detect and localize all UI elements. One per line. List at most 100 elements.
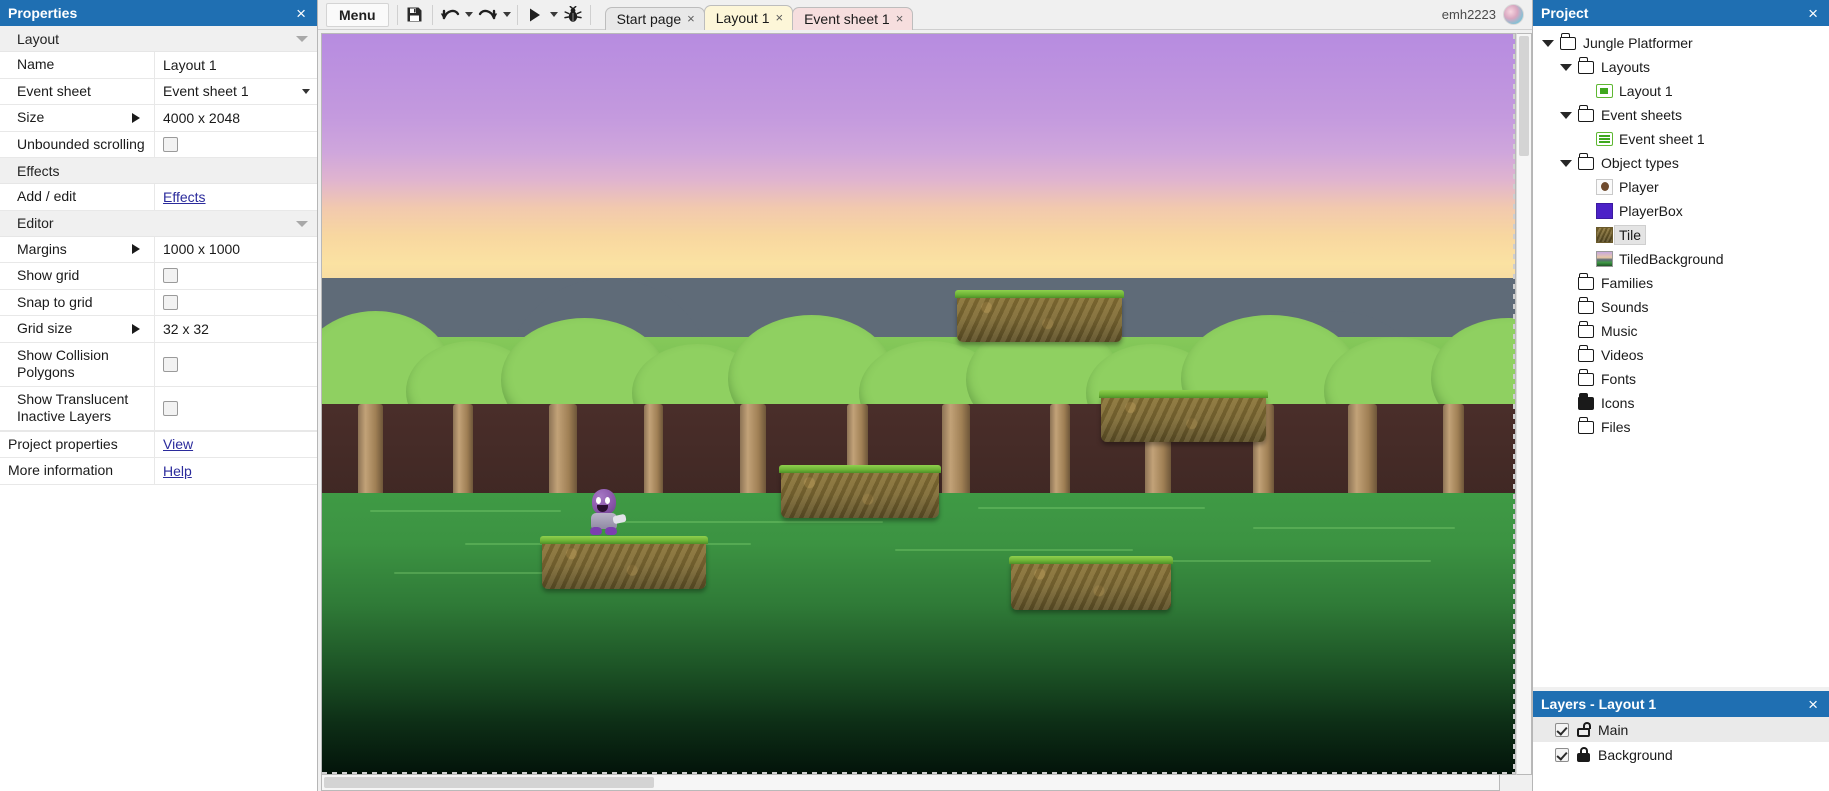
property-row-project-properties[interactable]: Project properties View <box>0 430 317 458</box>
tree-item-object-types[interactable]: Object types <box>1533 151 1829 175</box>
view-link[interactable]: View <box>163 436 193 452</box>
scrollbar-thumb[interactable] <box>324 777 654 788</box>
menu-button[interactable]: Menu <box>326 2 389 27</box>
property-row-show-grid[interactable]: Show grid <box>0 263 317 290</box>
property-value-name[interactable]: Layout 1 <box>155 52 317 78</box>
properties-section-editor[interactable]: Editor <box>0 210 317 237</box>
tree-item-files[interactable]: Files <box>1533 415 1829 439</box>
undo-icon[interactable] <box>437 3 463 27</box>
tile-instance[interactable] <box>1009 556 1173 610</box>
chevron-down-icon[interactable] <box>1557 111 1575 119</box>
checkbox-show-collision-polygons[interactable] <box>163 356 178 372</box>
layer-visibility-checkbox[interactable] <box>1555 747 1569 762</box>
close-icon[interactable]: × <box>896 11 904 26</box>
play-dropdown-icon[interactable] <box>548 3 560 27</box>
layer-row-background[interactable]: Background <box>1533 742 1829 767</box>
checkbox-unbounded-scrolling[interactable] <box>163 136 178 152</box>
tree-item-sounds[interactable]: Sounds <box>1533 295 1829 319</box>
scrollbar-thumb[interactable] <box>1519 36 1529 156</box>
save-icon[interactable] <box>402 3 428 27</box>
tree-item-layouts[interactable]: Layouts <box>1533 55 1829 79</box>
lock-closed-icon[interactable] <box>1577 747 1590 762</box>
property-value-show-translucent-inactive-layers[interactable] <box>155 387 317 430</box>
chevron-down-icon[interactable] <box>302 89 310 95</box>
property-row-show-translucent-inactive-layers[interactable]: Show Translucent Inactive Layers <box>0 386 317 431</box>
close-icon[interactable]: × <box>1805 5 1821 22</box>
play-icon[interactable] <box>522 3 548 27</box>
tree-item-icons[interactable]: Icons <box>1533 391 1829 415</box>
tree-item-families[interactable]: Families <box>1533 271 1829 295</box>
close-icon[interactable]: × <box>687 11 695 26</box>
close-icon[interactable]: × <box>775 10 783 25</box>
expand-right-icon[interactable] <box>132 323 140 334</box>
tree-item-music[interactable]: Music <box>1533 319 1829 343</box>
expand-right-icon[interactable] <box>132 244 140 255</box>
expand-right-icon[interactable] <box>132 112 140 123</box>
undo-dropdown-icon[interactable] <box>463 3 475 27</box>
lock-open-icon[interactable] <box>1577 722 1591 737</box>
player-instance[interactable] <box>589 489 627 535</box>
tile-instance[interactable] <box>779 465 941 518</box>
property-value-size[interactable]: 4000 x 2048 <box>155 105 317 131</box>
layer-visibility-checkbox[interactable] <box>1555 722 1569 737</box>
help-link[interactable]: Help <box>163 463 192 479</box>
tile-instance[interactable] <box>1099 390 1268 442</box>
property-row-event-sheet[interactable]: Event sheet Event sheet 1 <box>0 78 317 105</box>
canvas-horizontal-scrollbar[interactable] <box>321 775 1500 791</box>
property-value-project-properties[interactable]: View <box>155 432 317 458</box>
redo-icon[interactable] <box>475 3 501 27</box>
avatar[interactable] <box>1503 4 1524 25</box>
properties-section-effects[interactable]: Effects <box>0 158 317 184</box>
tile-instance[interactable] <box>955 290 1124 342</box>
chevron-down-icon[interactable] <box>296 220 308 227</box>
effects-link[interactable]: Effects <box>163 189 206 205</box>
property-row-add-edit-effects[interactable]: Add / edit Effects <box>0 184 317 211</box>
property-row-size[interactable]: Size 4000 x 2048 <box>0 105 317 132</box>
chevron-down-icon[interactable] <box>1557 159 1575 167</box>
property-row-margins[interactable]: Margins 1000 x 1000 <box>0 236 317 263</box>
property-value-unbounded-scrolling[interactable] <box>155 132 317 158</box>
property-row-snap-to-grid[interactable]: Snap to grid <box>0 289 317 316</box>
property-row-show-collision-polygons[interactable]: Show Collision Polygons <box>0 342 317 387</box>
property-row-name[interactable]: Name Layout 1 <box>0 52 317 79</box>
tree-item-videos[interactable]: Videos <box>1533 343 1829 367</box>
checkbox-show-translucent-inactive-layers[interactable] <box>163 400 178 416</box>
property-row-grid-size[interactable]: Grid size 32 x 32 <box>0 316 317 343</box>
property-row-more-information[interactable]: More information Help <box>0 458 317 485</box>
checkbox-snap-to-grid[interactable] <box>163 294 178 310</box>
property-value-more-information[interactable]: Help <box>155 458 317 484</box>
user-account-chip[interactable]: emh2223 <box>1442 4 1524 25</box>
tree-item-tile[interactable]: Tile <box>1533 223 1829 247</box>
tree-item-event-sheets[interactable]: Event sheets <box>1533 103 1829 127</box>
chevron-down-icon[interactable] <box>1557 63 1575 71</box>
tree-item-jungle-platformer[interactable]: Jungle Platformer <box>1533 31 1829 55</box>
property-value-event-sheet[interactable]: Event sheet 1 <box>155 79 317 105</box>
tab-event-sheet-1[interactable]: Event sheet 1 × <box>792 6 914 30</box>
tree-item-event-sheet-1[interactable]: Event sheet 1 <box>1533 127 1829 151</box>
property-value-effects[interactable]: Effects <box>155 184 317 210</box>
chevron-down-icon[interactable] <box>1539 39 1557 47</box>
property-value-show-grid[interactable] <box>155 263 317 289</box>
tile-instance[interactable] <box>540 536 708 589</box>
tree-item-layout-1[interactable]: Layout 1 <box>1533 79 1829 103</box>
tree-item-playerbox[interactable]: PlayerBox <box>1533 199 1829 223</box>
close-icon[interactable]: × <box>293 5 309 22</box>
close-icon[interactable]: × <box>1805 696 1821 713</box>
property-row-unbounded-scrolling[interactable]: Unbounded scrolling <box>0 131 317 158</box>
tab-layout-1[interactable]: Layout 1 × <box>703 4 794 30</box>
debug-bug-icon[interactable] <box>560 3 586 27</box>
chevron-down-icon[interactable] <box>296 36 308 42</box>
property-value-margins[interactable]: 1000 x 1000 <box>155 237 317 263</box>
layer-row-main[interactable]: Main <box>1533 717 1829 742</box>
redo-dropdown-icon[interactable] <box>501 3 513 27</box>
tab-start-page[interactable]: Start page × <box>604 6 705 30</box>
property-value-snap-to-grid[interactable] <box>155 290 317 316</box>
tree-item-player[interactable]: Player <box>1533 175 1829 199</box>
property-value-show-collision-polygons[interactable] <box>155 343 317 386</box>
layout-canvas[interactable] <box>321 33 1516 775</box>
tree-item-fonts[interactable]: Fonts <box>1533 367 1829 391</box>
property-value-grid-size[interactable]: 32 x 32 <box>155 316 317 342</box>
properties-section-layout[interactable]: Layout <box>0 26 317 52</box>
canvas-vertical-scrollbar[interactable] <box>1516 33 1532 775</box>
tree-item-tiledbackground[interactable]: TiledBackground <box>1533 247 1829 271</box>
